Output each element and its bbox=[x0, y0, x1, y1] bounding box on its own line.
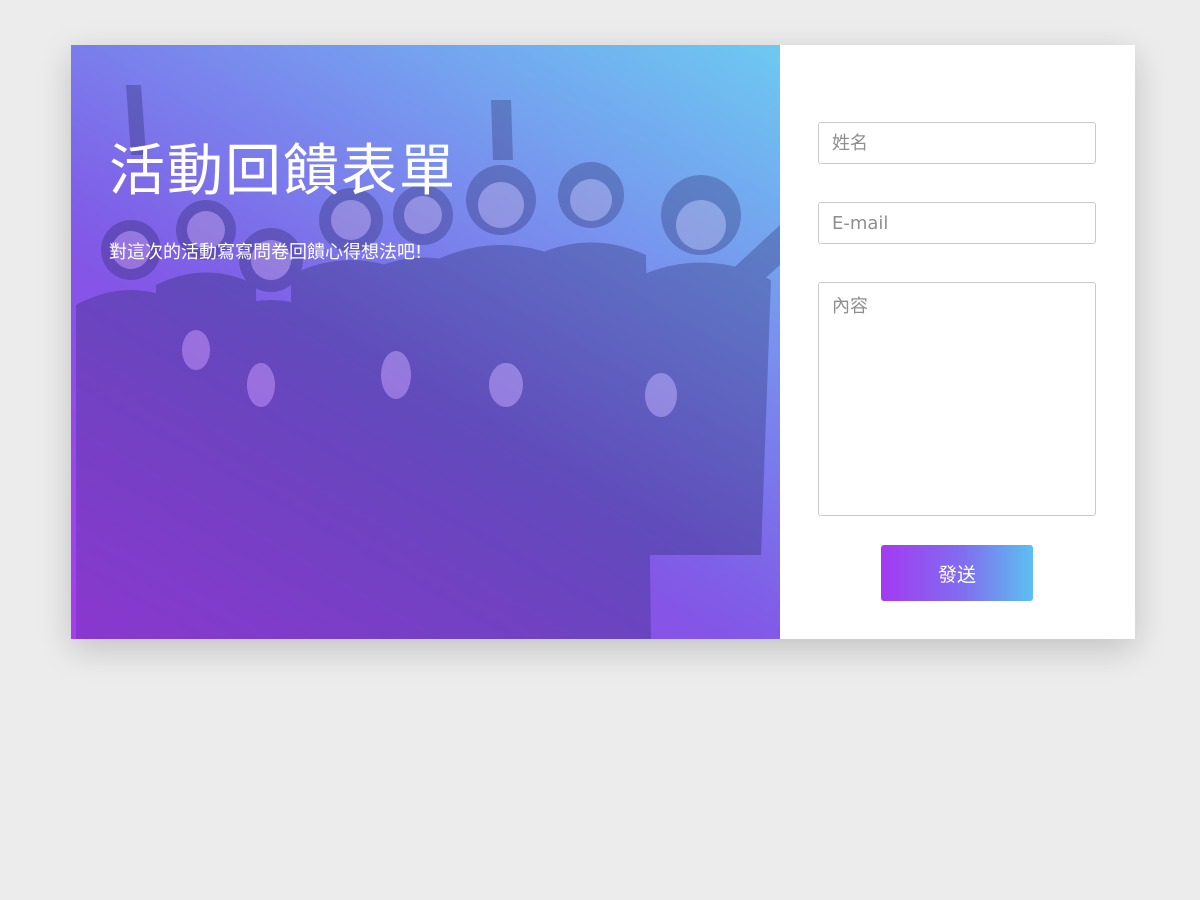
email-input[interactable] bbox=[818, 202, 1096, 244]
content-textarea[interactable] bbox=[818, 282, 1096, 516]
send-button[interactable]: 發送 bbox=[881, 545, 1033, 601]
gradient-overlay bbox=[71, 45, 780, 639]
hero-panel: 活動回饋表單 對這次的活動寫寫問卷回饋心得想法吧! bbox=[71, 45, 780, 639]
feedback-form: 發送 bbox=[780, 45, 1135, 639]
feedback-card: 活動回饋表單 對這次的活動寫寫問卷回饋心得想法吧! 發送 bbox=[71, 45, 1135, 639]
page-subtitle: 對這次的活動寫寫問卷回饋心得想法吧! bbox=[109, 242, 423, 263]
name-input[interactable] bbox=[818, 122, 1096, 164]
page-title: 活動回饋表單 bbox=[109, 139, 457, 204]
